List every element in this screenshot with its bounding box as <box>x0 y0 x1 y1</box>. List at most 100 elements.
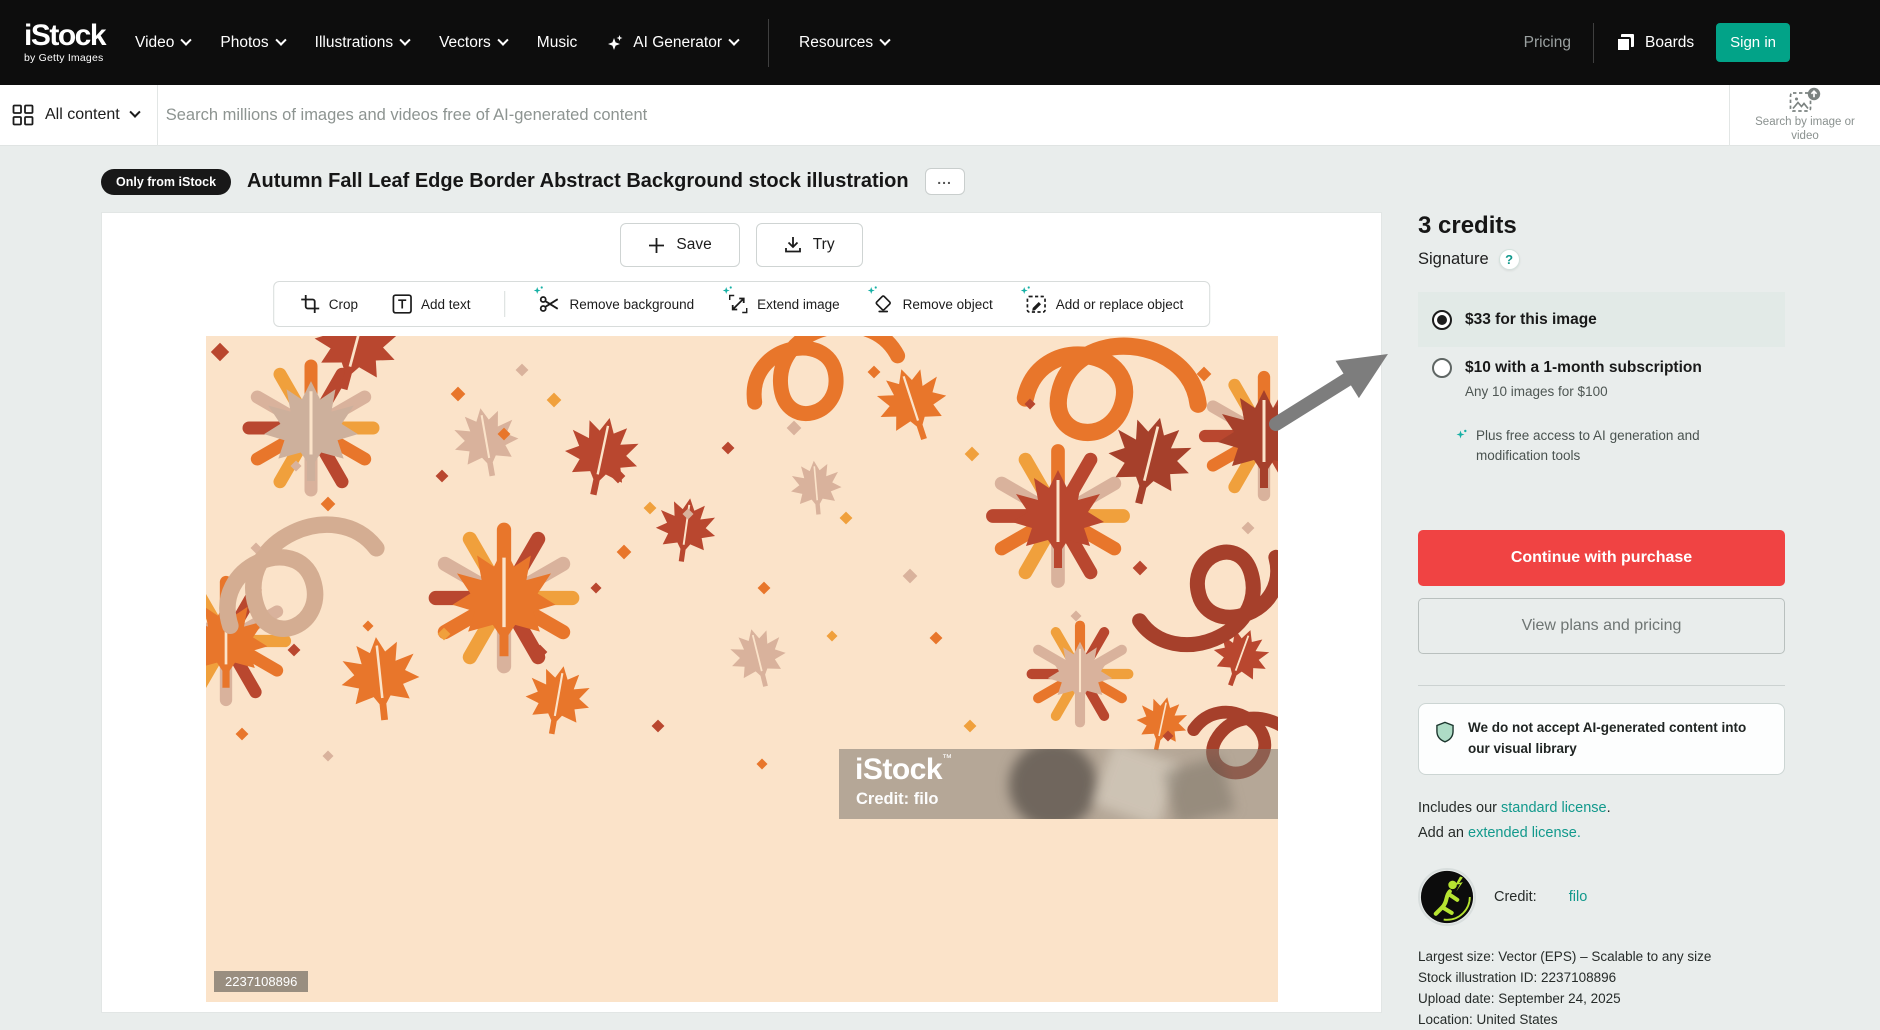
view-plans-button[interactable]: View plans and pricing <box>1418 598 1785 654</box>
title-row: Only from iStock Autumn Fall Leaf Edge B… <box>101 168 965 195</box>
shield-icon <box>1435 718 1455 746</box>
nav-item-music[interactable]: Music <box>537 34 577 52</box>
stock-illustration-preview[interactable]: .a{stroke:#e8762b}.b{stroke:#b9472f}.c{s… <box>206 336 1278 1002</box>
tool-extend-image[interactable]: Extend image <box>728 294 840 314</box>
asset-details: Largest size: Vector (EPS) – Scalable to… <box>1418 946 1785 1030</box>
tool-add-replace-object[interactable]: Add or replace object <box>1027 294 1184 314</box>
search-input[interactable] <box>158 106 1729 125</box>
watermark-brand: iStock™ <box>855 753 952 787</box>
notice-text: We do not accept AI-generated content in… <box>1468 718 1768 760</box>
tool-label: Remove object <box>903 297 993 312</box>
credits-heading: 3 credits <box>1418 212 1785 240</box>
more-options-button[interactable]: ... <box>925 168 965 195</box>
tool-crop[interactable]: Crop <box>300 294 358 314</box>
nav-item-video[interactable]: Video <box>135 34 190 52</box>
chevron-down-icon <box>879 34 890 45</box>
chevron-down-icon <box>129 107 140 118</box>
logo-subtitle: by Getty Images <box>24 52 105 64</box>
boards-label: Boards <box>1645 34 1694 52</box>
top-navigation: iStock by Getty Images Video Photos Illu… <box>0 0 1880 85</box>
main-menu: Video Photos Illustrations Vectors Music… <box>135 19 889 67</box>
nav-label: Video <box>135 34 174 52</box>
nav-label: Resources <box>799 34 873 52</box>
extended-license-line: Add an extended license. <box>1418 825 1785 841</box>
detail-location: Location: United States <box>1418 1009 1785 1030</box>
continue-purchase-button[interactable]: Continue with purchase <box>1418 530 1785 586</box>
ai-note-text: Plus free access to AI generation and mo… <box>1476 426 1735 467</box>
boards-icon <box>1616 33 1635 52</box>
asset-viewer-card: Save Try Crop Add text Remove background <box>101 212 1382 1013</box>
tier-row: Signature ? <box>1418 249 1785 270</box>
detail-largest-size: Largest size: Vector (EPS) – Scalable to… <box>1418 946 1785 967</box>
content-scope-dropdown[interactable]: All content <box>0 104 157 126</box>
page-content: Only from iStock Autumn Fall Leaf Edge B… <box>0 146 1880 1023</box>
nav-item-vectors[interactable]: Vectors <box>439 34 507 52</box>
chevron-down-icon <box>181 34 192 45</box>
price-option-single[interactable]: $33 for this image <box>1418 292 1785 347</box>
try-button[interactable]: Try <box>756 223 863 267</box>
crop-icon <box>300 294 320 314</box>
watermark-blur-shape <box>1009 749 1097 819</box>
price-option-sublabel: Any 10 images for $100 <box>1465 384 1785 399</box>
nav-item-photos[interactable]: Photos <box>220 34 284 52</box>
nav-right-group: Pricing Boards Sign in <box>1524 23 1790 63</box>
radio-unselected-icon[interactable] <box>1432 358 1452 378</box>
nav-item-pricing[interactable]: Pricing <box>1524 34 1571 52</box>
price-option-subscription[interactable]: $10 with a 1-month subscription Any 10 i… <box>1418 358 1785 399</box>
search-by-image-button[interactable]: Search by image or video <box>1730 83 1880 148</box>
sidebar-divider <box>1418 685 1785 686</box>
save-label: Save <box>676 236 711 254</box>
scope-label: All content <box>45 106 120 124</box>
page-title: Autumn Fall Leaf Edge Border Abstract Ba… <box>247 170 909 193</box>
nav-divider <box>1593 23 1594 63</box>
try-label: Try <box>813 236 835 254</box>
extended-license-link[interactable]: extended license. <box>1468 825 1581 841</box>
tool-label: Add or replace object <box>1056 297 1184 312</box>
standard-license-link[interactable]: standard license <box>1501 800 1607 816</box>
nav-item-resources[interactable]: Resources <box>799 34 889 52</box>
tool-label: Remove background <box>570 297 695 312</box>
sign-in-button[interactable]: Sign in <box>1716 23 1790 62</box>
search-by-label: Search by image or video <box>1755 116 1855 142</box>
toolbar-divider <box>505 291 506 317</box>
ai-access-note: Plus free access to AI generation and mo… <box>1455 426 1735 467</box>
ai-sparkle-icon <box>1020 285 1032 300</box>
price-option-label: $33 for this image <box>1465 311 1597 329</box>
istock-logo[interactable]: iStock by Getty Images <box>24 21 105 64</box>
logo-title: iStock <box>24 21 105 51</box>
nav-item-illustrations[interactable]: Illustrations <box>315 34 409 52</box>
help-icon[interactable]: ? <box>1499 249 1520 270</box>
image-id-tag: 2237108896 <box>214 971 308 992</box>
nav-label: Music <box>537 34 577 52</box>
ai-sparkle-icon <box>721 285 733 300</box>
nav-label: Photos <box>220 34 268 52</box>
radio-selected-icon[interactable] <box>1432 310 1452 330</box>
tool-label: Crop <box>329 297 358 312</box>
tool-remove-object[interactable]: Remove object <box>874 294 993 314</box>
tier-label: Signature <box>1418 250 1489 269</box>
contributor-avatar[interactable] <box>1418 868 1476 926</box>
price-option-label: $10 with a 1-month subscription <box>1465 359 1702 377</box>
ai-sparkle-icon <box>1455 428 1468 441</box>
tool-remove-background[interactable]: Remove background <box>540 294 695 314</box>
plus-icon <box>648 237 665 254</box>
download-icon <box>784 236 802 254</box>
sparkle-icon <box>607 34 625 52</box>
ai-sparkle-icon <box>867 285 879 300</box>
autumn-leaves-artwork: .a{stroke:#e8762b}.b{stroke:#b9472f}.c{s… <box>206 336 1278 1002</box>
ai-sparkle-icon <box>533 285 545 300</box>
istock-watermark: iStock™ Credit: filo <box>839 749 1278 819</box>
purchase-sidebar: 3 credits Signature ? $33 for this image… <box>1418 212 1785 1023</box>
nav-label: AI Generator <box>633 34 722 52</box>
contributor-credit-row: Credit: filo <box>1418 868 1785 926</box>
tool-add-text[interactable]: Add text <box>392 294 471 314</box>
save-button[interactable]: Save <box>620 223 739 267</box>
tool-label: Extend image <box>757 297 840 312</box>
nav-label: Vectors <box>439 34 491 52</box>
nav-item-ai-generator[interactable]: AI Generator <box>607 34 738 52</box>
annotation-arrow-icon <box>1268 332 1418 432</box>
credit-label: Credit: <box>1494 889 1537 905</box>
contributor-link[interactable]: filo <box>1569 889 1588 905</box>
add-text-icon <box>392 294 412 314</box>
boards-button[interactable]: Boards <box>1616 33 1694 52</box>
